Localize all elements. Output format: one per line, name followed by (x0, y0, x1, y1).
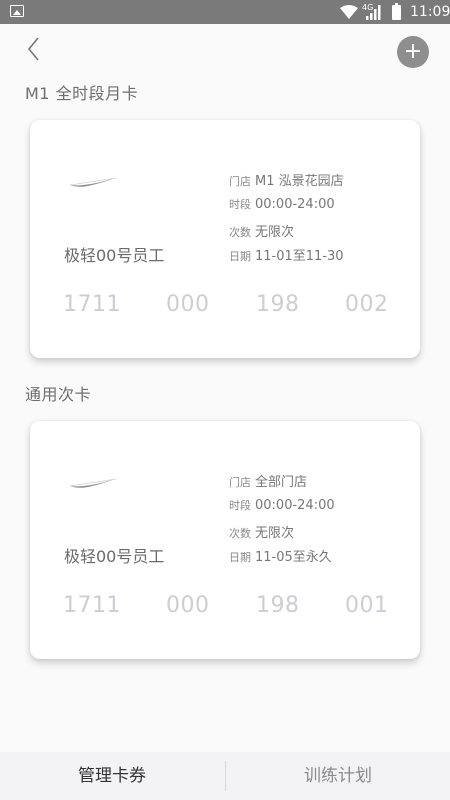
count-value: 无限次 (255, 526, 295, 541)
section-title: M1 全时段月卡 (25, 84, 139, 103)
count-value: 无限次 (255, 225, 295, 240)
date-row: 日期 11-01至11-30 (229, 245, 344, 264)
card-number-part: 002 (345, 292, 389, 317)
count-row: 次数 无限次 (229, 522, 294, 541)
add-button[interactable]: + (397, 36, 429, 68)
card-number: 1711 000 198 002 (30, 292, 420, 322)
card-number-part: 198 (256, 292, 300, 317)
card-number-part: 1711 (63, 292, 121, 317)
period-label: 时段 (229, 198, 251, 211)
status-bar: 4G 11:09 (0, 0, 450, 24)
tab-manage-coupons[interactable]: 管理卡券 (0, 752, 224, 800)
date-value: 11-01至11-30 (255, 249, 344, 264)
count-row: 次数 无限次 (229, 221, 294, 240)
store-row: 门店 M1 泓景花园店 (229, 170, 344, 189)
battery-icon (392, 3, 401, 20)
store-value: 全部门店 (255, 475, 308, 490)
chevron-left-icon (27, 37, 39, 61)
store-label: 门店 (229, 175, 251, 188)
bottom-tab-bar: 管理卡券 训练计划 (0, 752, 450, 800)
card-holder: 极轻00号员工 (64, 547, 165, 566)
signal-icon (366, 5, 381, 20)
period-row: 时段 00:00-24:00 (229, 497, 335, 513)
membership-card[interactable]: 极轻00号员工 门店 M1 泓景花园店 时段 00:00-24:00 次数 无限次 日… (30, 120, 420, 358)
date-label: 日期 (229, 250, 251, 263)
feather-logo-icon (69, 478, 118, 488)
period-row: 时段 00:00-24:00 (229, 196, 335, 212)
section-title: 通用次卡 (25, 385, 92, 404)
card-number-part: 000 (166, 292, 210, 317)
date-value: 11-05至永久 (255, 550, 332, 565)
date-label: 日期 (229, 551, 251, 564)
date-row: 日期 11-05至永久 (229, 546, 332, 565)
card-number-part: 198 (256, 593, 300, 618)
card-number-part: 000 (166, 593, 210, 618)
card-holder: 极轻00号员工 (64, 246, 165, 265)
period-label: 时段 (229, 499, 251, 512)
card-number-part: 1711 (63, 593, 121, 618)
card-number: 1711 000 198 001 (30, 593, 420, 623)
image-icon (10, 5, 24, 17)
count-label: 次数 (229, 226, 251, 239)
wifi-icon (340, 5, 358, 19)
period-value: 00:00-24:00 (255, 498, 335, 513)
store-value: M1 泓景花园店 (255, 174, 344, 189)
card-number-part: 001 (345, 593, 389, 618)
period-value: 00:00-24:00 (255, 197, 335, 212)
plus-icon: + (403, 39, 423, 64)
count-label: 次数 (229, 527, 251, 540)
store-row: 门店 全部门店 (229, 471, 307, 490)
back-button[interactable] (24, 36, 46, 64)
feather-logo-icon (69, 177, 118, 187)
membership-card[interactable]: 极轻00号员工 门店 全部门店 时段 00:00-24:00 次数 无限次 日期 11-… (30, 421, 420, 659)
store-label: 门店 (229, 476, 251, 489)
tab-training-plan[interactable]: 训练计划 (226, 752, 450, 800)
status-time: 11:09 (410, 4, 450, 20)
